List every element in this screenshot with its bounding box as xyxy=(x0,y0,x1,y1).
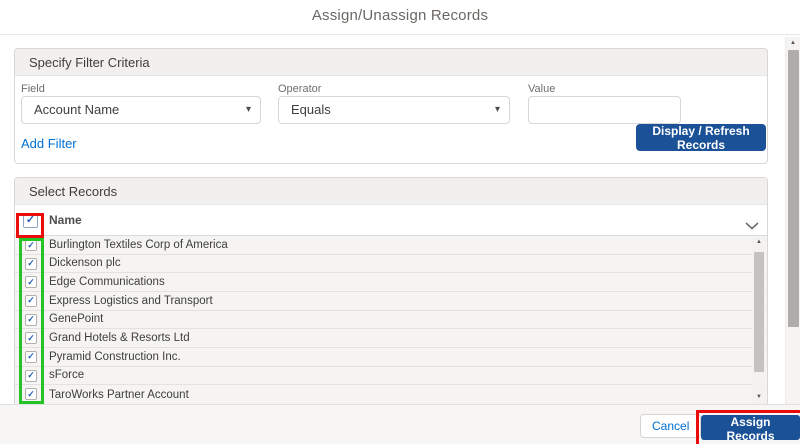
modal-scrollbar-thumb[interactable] xyxy=(788,50,799,327)
records-scrollbar-thumb[interactable] xyxy=(754,252,764,372)
checkmark-icon: ✓ xyxy=(27,351,35,362)
table-header-row: ✓ Name xyxy=(15,205,767,236)
record-name: TaroWorks Partner Account xyxy=(49,388,189,401)
scroll-down-icon[interactable]: ▼ xyxy=(752,391,766,404)
dropdown-arrow-icon: ▾ xyxy=(494,104,500,115)
operator-label: Operator xyxy=(278,83,322,95)
chevron-down-icon[interactable] xyxy=(745,217,759,235)
record-row[interactable]: ✓ Edge Communications xyxy=(15,273,767,292)
checkmark-icon: ✓ xyxy=(27,295,35,306)
record-row[interactable]: ✓ GenePoint xyxy=(15,310,767,330)
modal-scrollbar[interactable]: ▲ ▼ xyxy=(785,37,800,414)
record-name: sForce xyxy=(49,369,85,382)
records-section-header: Select Records xyxy=(15,178,767,205)
record-row[interactable]: ✓ sForce xyxy=(15,366,767,386)
select-all-checkbox[interactable]: ✓ xyxy=(23,213,38,228)
record-checkbox[interactable]: ✓ xyxy=(25,332,37,345)
select-records-card: Select Records ✓ Name ✓ Burlington Texti… xyxy=(14,177,768,404)
record-checkbox[interactable]: ✓ xyxy=(25,257,37,270)
assign-button-wrapper: Assign Records xyxy=(696,410,800,444)
record-checkbox[interactable]: ✓ xyxy=(25,369,37,382)
checkmark-icon: ✓ xyxy=(27,314,35,325)
assign-records-button[interactable]: Assign Records xyxy=(701,415,800,443)
record-row[interactable]: ✓ Dickenson plc xyxy=(15,254,767,274)
record-name: Burlington Textiles Corp of America xyxy=(49,238,228,251)
checkmark-icon: ✓ xyxy=(27,276,35,287)
dropdown-arrow-icon: ▾ xyxy=(245,104,251,115)
modal-title: Assign/Unassign Records xyxy=(311,7,489,24)
add-filter-link[interactable]: Add Filter xyxy=(21,136,77,151)
modal-footer: Cancel Assign Records xyxy=(0,404,800,444)
checkmark-icon: ✓ xyxy=(25,214,36,226)
field-label: Field xyxy=(21,83,45,95)
record-row[interactable]: ✓ Grand Hotels & Resorts Ltd xyxy=(15,329,767,348)
record-row[interactable]: ✓ Pyramid Construction Inc. xyxy=(15,347,767,367)
record-name: Grand Hotels & Resorts Ltd xyxy=(49,332,190,345)
record-name: Express Logistics and Transport xyxy=(49,294,213,307)
record-row[interactable]: ✓ TaroWorks Partner Account xyxy=(15,385,767,404)
field-select[interactable]: Account Name ▾ xyxy=(21,96,261,124)
record-row[interactable]: ✓ Burlington Textiles Corp of America xyxy=(15,236,767,255)
checkmark-icon: ✓ xyxy=(27,370,35,381)
record-list: ✓ Burlington Textiles Corp of America ✓ … xyxy=(15,236,767,404)
records-section-title: Select Records xyxy=(29,184,118,199)
record-checkbox[interactable]: ✓ xyxy=(25,313,37,326)
operator-select[interactable]: Equals ▾ xyxy=(278,96,510,124)
display-refresh-records-button[interactable]: Display / Refresh Records xyxy=(636,124,766,152)
record-row[interactable]: ✓ Express Logistics and Transport xyxy=(15,291,767,311)
filter-criteria-card: Specify Filter Criteria Field Account Na… xyxy=(14,48,768,164)
record-name: GenePoint xyxy=(49,313,104,326)
title-divider xyxy=(0,34,800,35)
record-checkbox[interactable]: ✓ xyxy=(25,276,37,289)
record-name: Edge Communications xyxy=(49,276,165,289)
cancel-button[interactable]: Cancel xyxy=(640,414,702,438)
record-name: Pyramid Construction Inc. xyxy=(49,350,181,363)
checkmark-icon: ✓ xyxy=(27,388,35,399)
record-checkbox[interactable]: ✓ xyxy=(25,350,37,363)
scroll-up-icon[interactable]: ▲ xyxy=(752,236,766,249)
record-checkbox[interactable]: ✓ xyxy=(25,388,37,401)
value-label: Value xyxy=(528,83,556,95)
value-input[interactable] xyxy=(528,96,681,124)
field-select-value: Account Name xyxy=(34,102,120,117)
record-checkbox[interactable]: ✓ xyxy=(25,294,37,307)
filter-section-title: Specify Filter Criteria xyxy=(29,55,150,70)
filter-section-header: Specify Filter Criteria xyxy=(15,49,767,76)
record-checkbox[interactable]: ✓ xyxy=(25,239,37,251)
checkmark-icon: ✓ xyxy=(27,258,35,269)
checkmark-icon: ✓ xyxy=(27,332,35,343)
record-name: Dickenson plc xyxy=(49,257,121,270)
operator-select-value: Equals xyxy=(291,102,331,117)
scroll-up-icon[interactable]: ▲ xyxy=(786,37,800,50)
records-list-scrollbar[interactable]: ▲ ▼ xyxy=(752,236,766,404)
checkmark-icon: ✓ xyxy=(27,239,35,250)
name-column-header: Name xyxy=(49,213,82,227)
assign-unassign-modal: Assign/Unassign Records Specify Filter C… xyxy=(0,0,800,444)
